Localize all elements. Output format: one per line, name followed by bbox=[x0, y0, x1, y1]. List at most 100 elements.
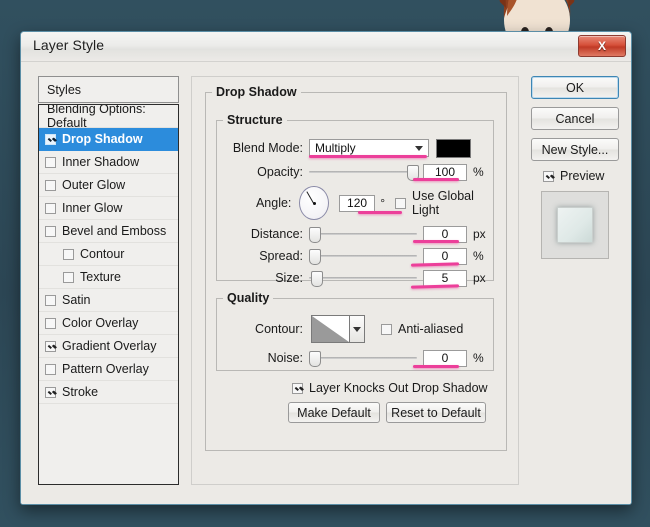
size-slider-track bbox=[309, 277, 417, 279]
dialog-body: Styles Blending Options: DefaultDrop Sha… bbox=[21, 62, 631, 505]
distance-slider-knob[interactable] bbox=[309, 227, 321, 243]
cancel-button[interactable]: Cancel bbox=[531, 107, 619, 130]
distance-slider[interactable] bbox=[309, 227, 417, 241]
size-label: Size: bbox=[221, 271, 303, 285]
opacity-label: Opacity: bbox=[221, 165, 303, 179]
styles-list-item[interactable]: Inner Glow bbox=[39, 197, 178, 220]
styles-list-item[interactable]: Blending Options: Default bbox=[39, 105, 178, 128]
layer-knocks-out-checkbox[interactable] bbox=[292, 383, 303, 394]
make-default-button[interactable]: Make Default bbox=[288, 402, 380, 423]
styles-list-item[interactable]: Pattern Overlay bbox=[39, 358, 178, 381]
use-global-light-checkbox[interactable] bbox=[395, 198, 406, 209]
anti-aliased-row[interactable]: Anti-aliased bbox=[381, 322, 463, 336]
settings-panel: Drop Shadow Structure Blend Mode: Multip… bbox=[191, 76, 519, 485]
highlight-marker-spread bbox=[411, 262, 459, 266]
styles-list-item-label: Contour bbox=[80, 247, 124, 261]
noise-unit: % bbox=[473, 351, 484, 365]
blend-mode-value: Multiply bbox=[315, 141, 356, 155]
styles-list-item-label: Drop Shadow bbox=[62, 132, 143, 146]
spread-label: Spread: bbox=[221, 249, 303, 263]
spread-unit: % bbox=[473, 249, 484, 263]
styles-list-item[interactable]: Contour bbox=[39, 243, 178, 266]
spread-slider[interactable] bbox=[309, 249, 417, 263]
angle-row: Angle: 120 ° Use Global Light bbox=[221, 185, 489, 221]
styles-list-item-label: Outer Glow bbox=[62, 178, 125, 192]
highlight-marker-size bbox=[411, 284, 459, 288]
angle-unit: ° bbox=[380, 196, 385, 210]
angle-label: Angle: bbox=[221, 196, 291, 210]
close-icon: X bbox=[598, 40, 606, 52]
layer-knocks-out-row[interactable]: Layer Knocks Out Drop Shadow bbox=[292, 381, 488, 395]
style-enable-checkbox[interactable] bbox=[45, 341, 56, 352]
styles-list-item[interactable]: Color Overlay bbox=[39, 312, 178, 335]
styles-list-item-label: Stroke bbox=[62, 385, 98, 399]
highlight-marker-noise bbox=[413, 365, 459, 368]
styles-list-item[interactable]: Inner Shadow bbox=[39, 151, 178, 174]
style-enable-checkbox[interactable] bbox=[45, 180, 56, 191]
noise-slider[interactable] bbox=[309, 351, 417, 365]
contour-swatch[interactable] bbox=[311, 315, 350, 343]
size-slider-knob[interactable] bbox=[311, 271, 323, 287]
contour-dropdown-arrow[interactable] bbox=[350, 315, 365, 343]
anti-aliased-checkbox[interactable] bbox=[381, 324, 392, 335]
preview-row[interactable]: Preview bbox=[543, 169, 619, 183]
styles-pane: Styles Blending Options: DefaultDrop Sha… bbox=[38, 76, 179, 485]
styles-list-item[interactable]: Gradient Overlay bbox=[39, 335, 178, 358]
use-global-light-label: Use Global Light bbox=[412, 189, 489, 217]
ok-button[interactable]: OK bbox=[531, 76, 619, 99]
reset-to-default-button[interactable]: Reset to Default bbox=[386, 402, 486, 423]
styles-list-item[interactable]: Outer Glow bbox=[39, 174, 178, 197]
shadow-color-swatch[interactable] bbox=[436, 139, 471, 158]
style-enable-checkbox[interactable] bbox=[45, 226, 56, 237]
distance-label: Distance: bbox=[221, 227, 303, 241]
noise-input[interactable]: 0 bbox=[423, 350, 467, 367]
styles-list-item-label: Inner Shadow bbox=[62, 155, 139, 169]
style-enable-checkbox[interactable] bbox=[45, 203, 56, 214]
anti-aliased-label: Anti-aliased bbox=[398, 322, 463, 336]
styles-list-item-label: Pattern Overlay bbox=[62, 362, 149, 376]
styles-list[interactable]: Blending Options: Default Drop Shadow Inne… bbox=[38, 104, 179, 485]
size-slider[interactable] bbox=[309, 271, 417, 285]
size-unit: px bbox=[473, 271, 486, 285]
contour-picker[interactable] bbox=[311, 315, 365, 343]
styles-list-item[interactable]: Drop Shadow bbox=[39, 128, 178, 151]
style-enable-checkbox[interactable] bbox=[63, 272, 74, 283]
highlight-marker-distance bbox=[413, 240, 459, 243]
chevron-down-icon bbox=[415, 146, 423, 151]
style-enable-checkbox[interactable] bbox=[45, 295, 56, 306]
contour-row: Contour: Anti-aliased bbox=[221, 315, 483, 343]
distance-slider-track bbox=[309, 233, 417, 235]
contour-curve-icon bbox=[312, 316, 349, 342]
noise-slider-knob[interactable] bbox=[309, 351, 321, 367]
opacity-unit: % bbox=[473, 165, 484, 179]
styles-list-item[interactable]: Bevel and Emboss bbox=[39, 220, 178, 243]
title-bar: Layer Style X bbox=[21, 32, 631, 62]
close-button[interactable]: X bbox=[578, 35, 626, 57]
new-style-button[interactable]: New Style... bbox=[531, 138, 619, 161]
style-enable-checkbox[interactable] bbox=[45, 134, 56, 145]
page-title: Layer Style bbox=[33, 37, 104, 53]
styles-list-item[interactable]: Satin bbox=[39, 289, 178, 312]
styles-list-item[interactable]: Stroke bbox=[39, 381, 178, 404]
distance-unit: px bbox=[473, 227, 486, 241]
drop-shadow-legend: Drop Shadow bbox=[212, 85, 301, 99]
layer-knocks-out-label: Layer Knocks Out Drop Shadow bbox=[309, 381, 488, 395]
use-global-light-row[interactable]: Use Global Light bbox=[395, 189, 489, 217]
style-enable-checkbox[interactable] bbox=[45, 364, 56, 375]
styles-list-item-label: Color Overlay bbox=[62, 316, 138, 330]
angle-dial[interactable] bbox=[299, 186, 328, 220]
quality-group: Quality Contour: Anti-al bbox=[216, 291, 494, 371]
style-enable-checkbox[interactable] bbox=[45, 318, 56, 329]
opacity-slider-track bbox=[309, 171, 417, 173]
style-enable-checkbox[interactable] bbox=[45, 387, 56, 398]
style-enable-checkbox[interactable] bbox=[45, 157, 56, 168]
contour-label: Contour: bbox=[221, 322, 303, 336]
styles-list-item[interactable]: Texture bbox=[39, 266, 178, 289]
angle-dial-hub bbox=[313, 202, 316, 205]
angle-input[interactable]: 120 bbox=[339, 195, 375, 212]
spread-slider-knob[interactable] bbox=[309, 249, 321, 265]
drop-shadow-group: Drop Shadow Structure Blend Mode: Multip… bbox=[205, 85, 507, 451]
style-enable-checkbox[interactable] bbox=[63, 249, 74, 260]
preview-checkbox[interactable] bbox=[543, 171, 554, 182]
opacity-slider[interactable] bbox=[309, 165, 417, 179]
